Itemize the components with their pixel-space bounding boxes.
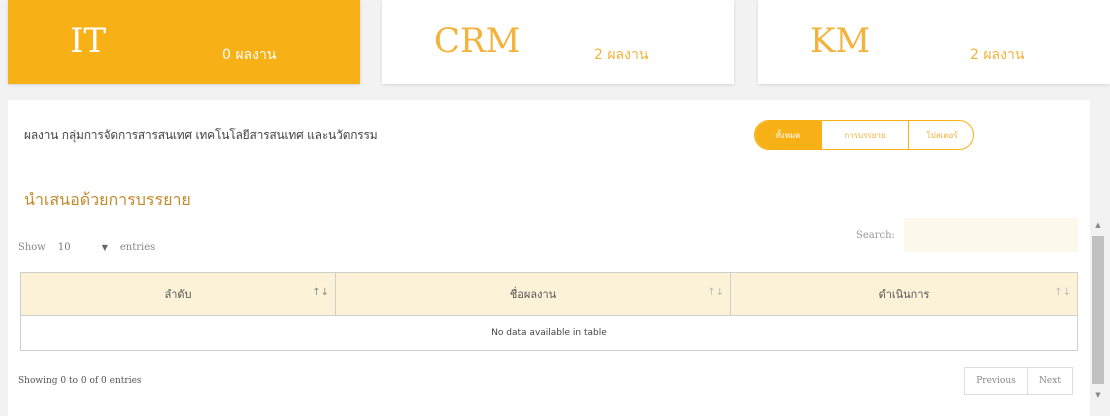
chevron-down-icon: ▼ — [101, 242, 108, 252]
column-header-label: ลำดับ — [164, 288, 192, 301]
section-title: นำเสนอด้วยการบรรยาย — [24, 190, 191, 209]
page-size-control: Show 10 ▼ entries — [18, 236, 155, 258]
scroll-down-icon[interactable]: ▼ — [1090, 388, 1106, 402]
card-title: CRM — [434, 21, 521, 61]
pagination: Previous Next — [964, 367, 1073, 395]
category-cards: IT 0 ผลงาน CRM 2 ผลงาน KM 2 ผลงาน — [0, 0, 1110, 98]
toggle-all[interactable]: ทั้งหมด — [755, 121, 822, 149]
card-title: IT — [70, 21, 107, 61]
content-panel: ผลงาน กลุ่มการจัดการสารสนเทศ เทคโนโลยีสา… — [8, 100, 1090, 416]
search-input[interactable] — [904, 218, 1078, 252]
view-toggle: ทั้งหมด การบรรยาย โปสเตอร์ — [754, 120, 974, 150]
sort-arrows-icon: ↑↓ — [1054, 287, 1071, 298]
card-count: 2 ผลงาน — [594, 47, 649, 63]
sort-arrows-icon: ↑↓ — [312, 287, 329, 298]
next-button[interactable]: Next — [1028, 367, 1073, 395]
scroll-up-icon[interactable]: ▲ — [1090, 218, 1106, 232]
page-size-select[interactable]: 10 ▼ — [52, 236, 114, 258]
entries-label: entries — [119, 241, 156, 253]
page-subtitle: ผลงาน กลุ่มการจัดการสารสนเทศ เทคโนโลยีสา… — [24, 128, 378, 142]
column-header-action[interactable]: ดำเนินการ ↑↓ — [730, 272, 1078, 316]
scrollbar[interactable]: ▲ ▼ — [1090, 218, 1106, 402]
table-info: Showing 0 to 0 of 0 entries — [18, 376, 142, 386]
column-header-label: ดำเนินการ — [878, 288, 930, 301]
empty-message: No data available in table — [20, 315, 1078, 351]
data-table: ลำดับ ↑↓ ชื่อผลงาน ↑↓ ดำเนินการ ↑↓ No da… — [20, 272, 1078, 351]
card-km[interactable]: KM 2 ผลงาน — [758, 0, 1110, 84]
column-header-title[interactable]: ชื่อผลงาน ↑↓ — [335, 272, 731, 316]
toggle-lecture[interactable]: การบรรยาย — [822, 121, 909, 149]
sort-arrows-icon: ↑↓ — [707, 287, 724, 298]
table-header-row: ลำดับ ↑↓ ชื่อผลงาน ↑↓ ดำเนินการ ↑↓ — [20, 272, 1078, 316]
previous-button[interactable]: Previous — [964, 367, 1028, 395]
column-header-order[interactable]: ลำดับ ↑↓ — [20, 272, 336, 316]
card-it[interactable]: IT 0 ผลงาน — [8, 0, 360, 84]
table-row: No data available in table — [20, 315, 1078, 351]
card-crm[interactable]: CRM 2 ผลงาน — [382, 0, 734, 84]
card-count: 2 ผลงาน — [970, 47, 1025, 63]
scrollbar-thumb[interactable] — [1092, 236, 1104, 384]
search-label: Search: — [856, 230, 895, 241]
page-size-value: 10 — [57, 241, 71, 253]
toggle-poster[interactable]: โปสเตอร์ — [909, 121, 973, 149]
card-title: KM — [810, 21, 871, 61]
card-count: 0 ผลงาน — [222, 47, 277, 63]
show-label: Show — [18, 241, 46, 253]
column-header-label: ชื่อผลงาน — [509, 288, 557, 301]
